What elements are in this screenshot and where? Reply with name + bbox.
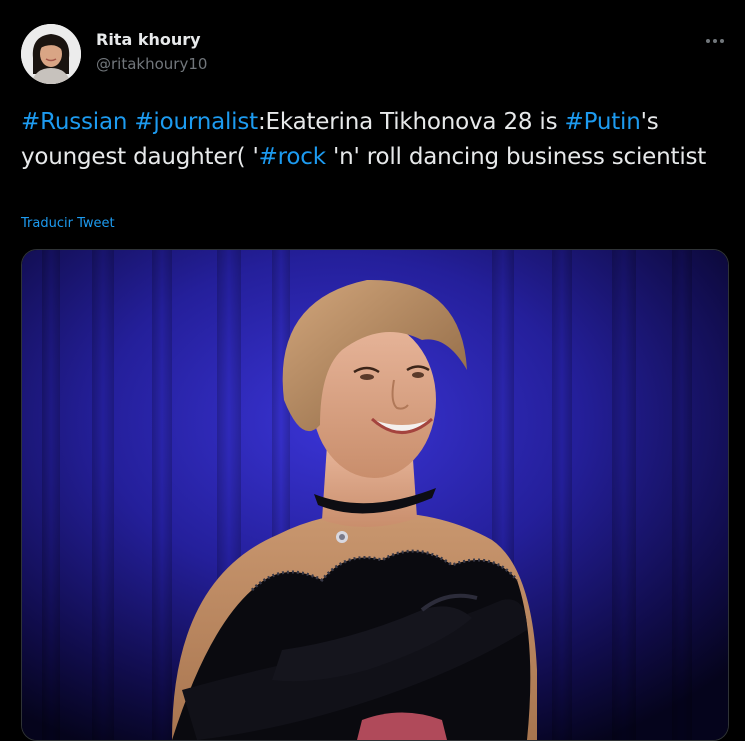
hashtag-link[interactable]: #journalist [134, 109, 258, 135]
photo-image [22, 250, 728, 740]
more-dots-icon [706, 39, 710, 43]
avatar[interactable] [21, 24, 81, 84]
author-display-name[interactable]: Rita khoury [96, 30, 207, 50]
tweet-text-segment: :Ekaterina Tikhonova 28 is [257, 109, 565, 135]
author-info[interactable]: Rita khoury @ritakhoury10 [96, 30, 207, 74]
author-handle[interactable]: @ritakhoury10 [96, 54, 207, 74]
more-dots-icon [720, 39, 724, 43]
more-options-button[interactable] [698, 30, 732, 52]
hashtag-link[interactable]: #rock [259, 144, 326, 170]
hashtag-link[interactable]: #Russian [21, 109, 127, 135]
tweet-photo[interactable] [21, 249, 729, 741]
tweet-text: #Russian #journalist:Ekaterina Tikhonova… [21, 105, 711, 175]
hashtag-link[interactable]: #Putin [565, 109, 641, 135]
translate-tweet-link[interactable]: Traducir Tweet [21, 216, 115, 231]
more-dots-icon [713, 39, 717, 43]
avatar-image [21, 24, 81, 84]
tweet[interactable]: Rita khoury @ritakhoury10 #Russian #jour… [0, 0, 745, 741]
tweet-text-segment: 'n' roll dancing business scientist [325, 144, 707, 170]
